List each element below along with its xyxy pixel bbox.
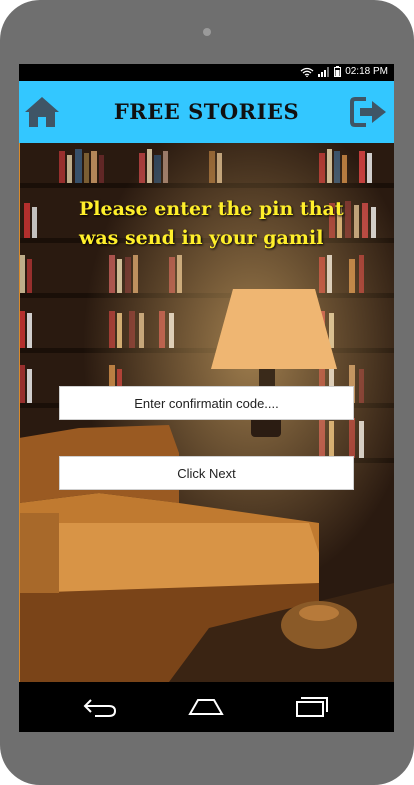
logout-icon[interactable] [350, 95, 388, 129]
front-camera [203, 28, 211, 36]
status-bar: 02:18 PM [19, 64, 394, 81]
phone-frame: 02:18 PM FREE STORIES Please enter the p… [0, 0, 414, 785]
pin-instruction-text: Please enter the pin that was send in yo… [79, 198, 344, 249]
navigation-bar [19, 682, 394, 732]
battery-icon [334, 66, 342, 77]
back-icon[interactable] [81, 692, 121, 722]
app-bar: FREE STORIES [19, 81, 394, 143]
wifi-icon [300, 67, 314, 77]
phone-screen: 02:18 PM FREE STORIES Please enter the p… [19, 64, 394, 732]
signal-icon [318, 66, 330, 77]
recent-apps-icon[interactable] [291, 692, 331, 722]
status-time: 02:18 PM [345, 66, 388, 77]
home-nav-icon[interactable] [186, 692, 226, 722]
next-button[interactable]: Click Next [59, 456, 354, 490]
app-title: FREE STORIES [113, 99, 300, 124]
content-area: Please enter the pin that was send in yo… [19, 143, 394, 682]
confirmation-code-input[interactable] [59, 386, 354, 420]
